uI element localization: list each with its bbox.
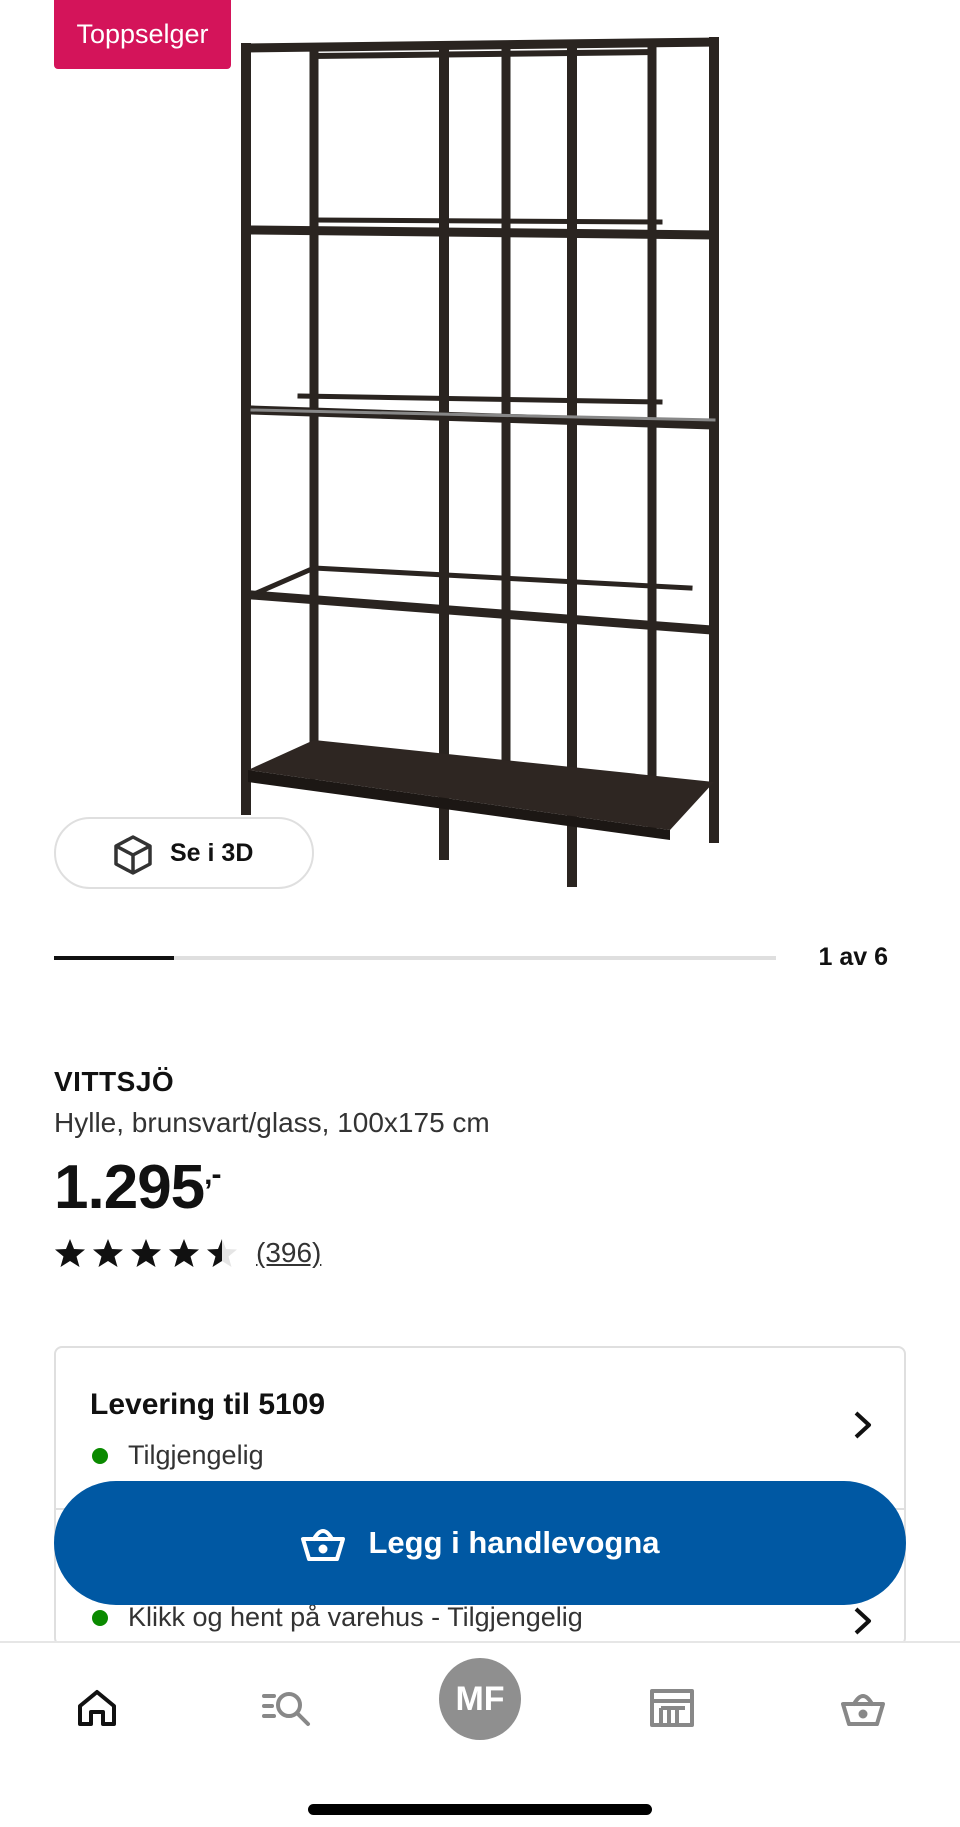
product-image[interactable]: [230, 30, 730, 890]
price-main: 1.295: [54, 1153, 205, 1222]
home-icon: [78, 1690, 116, 1726]
product-name: VITTSJÖ: [54, 1066, 175, 1097]
available-dot-icon: [92, 1609, 108, 1626]
price-suffix: ,-: [204, 1158, 221, 1191]
pickup-status-text: Klikk og hent på varehus - Tilgjengelig: [128, 1602, 583, 1632]
tab-search[interactable]: [253, 1673, 323, 1743]
gallery-pager: 1 av 6: [818, 943, 888, 971]
store-icon: [650, 1689, 694, 1727]
bottom-tab-bar: MF: [0, 1641, 960, 1827]
star-icon: [131, 1239, 161, 1267]
gallery-progress-fill: [54, 956, 175, 960]
tab-cart[interactable]: [828, 1673, 898, 1743]
chevron-right-icon[interactable]: [852, 1410, 874, 1445]
available-dot-icon: [92, 1447, 108, 1464]
star-icon: [55, 1239, 85, 1267]
product-description: Hylle, brunsvart/glass, 100x175 cm: [54, 1107, 490, 1138]
view-in-3d-button[interactable]: Se i 3D: [54, 817, 314, 889]
home-indicator: [308, 1804, 652, 1815]
product-price: 1.295,-: [54, 1152, 222, 1223]
cube-icon: [112, 834, 154, 883]
star-icon: [93, 1239, 123, 1267]
delivery-status-text: Tilgjengelig: [128, 1440, 264, 1470]
pickup-status: Klikk og hent på varehus - Tilgjengelig: [92, 1602, 583, 1633]
add-to-cart-label: Legg i handlevogna: [368, 1525, 660, 1560]
cart-icon: [841, 1694, 885, 1726]
top-seller-badge: Toppselger: [54, 0, 231, 69]
add-to-cart-button[interactable]: Legg i handlevogna: [54, 1481, 906, 1605]
rating-count-link[interactable]: (396): [256, 1237, 321, 1269]
delivery-status: Tilgjengelig: [92, 1440, 264, 1471]
cart-icon: [300, 1523, 346, 1563]
tab-stores[interactable]: [637, 1673, 707, 1743]
profile-avatar[interactable]: MF: [439, 1658, 521, 1740]
rating[interactable]: (396): [54, 1237, 321, 1269]
rating-stars: [54, 1237, 238, 1269]
search-icon: [262, 1692, 310, 1726]
star-icon: [169, 1239, 199, 1267]
star-icon: [207, 1239, 237, 1267]
tab-home[interactable]: [62, 1673, 132, 1743]
chevron-right-icon[interactable]: [852, 1606, 874, 1641]
delivery-title[interactable]: Levering til 5109: [90, 1388, 325, 1422]
gallery-progress: [54, 956, 776, 960]
view-in-3d-label: Se i 3D: [170, 838, 254, 867]
